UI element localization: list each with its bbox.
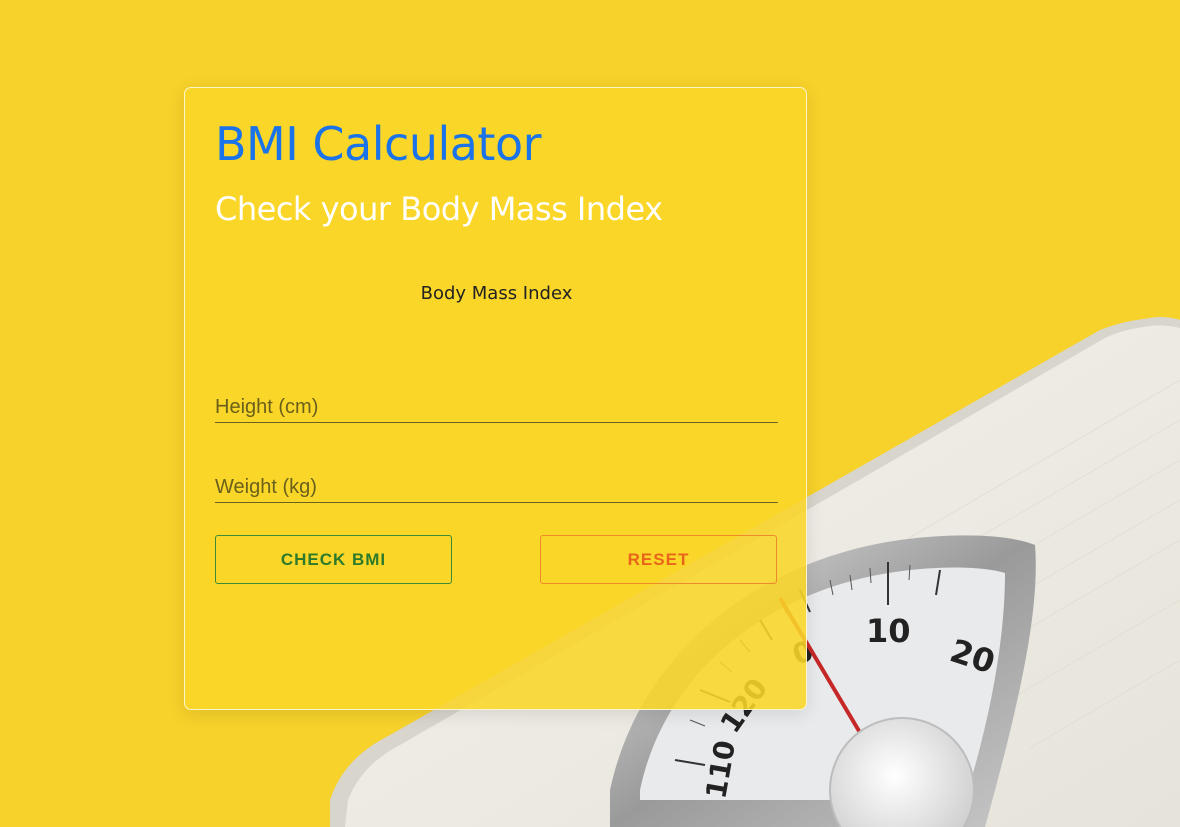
reset-button[interactable]: RESET <box>540 535 777 584</box>
height-input[interactable] <box>215 393 778 423</box>
weight-input[interactable] <box>215 473 778 503</box>
scale-dial-label-10: 10 <box>866 612 911 650</box>
page-title: BMI Calculator <box>215 117 542 171</box>
bmi-calculator-card: BMI Calculator Check your Body Mass Inde… <box>184 87 807 710</box>
check-bmi-button[interactable]: CHECK BMI <box>215 535 452 584</box>
bmi-result-label: Body Mass Index <box>420 283 573 304</box>
page-subtitle: Check your Body Mass Index <box>215 190 663 228</box>
